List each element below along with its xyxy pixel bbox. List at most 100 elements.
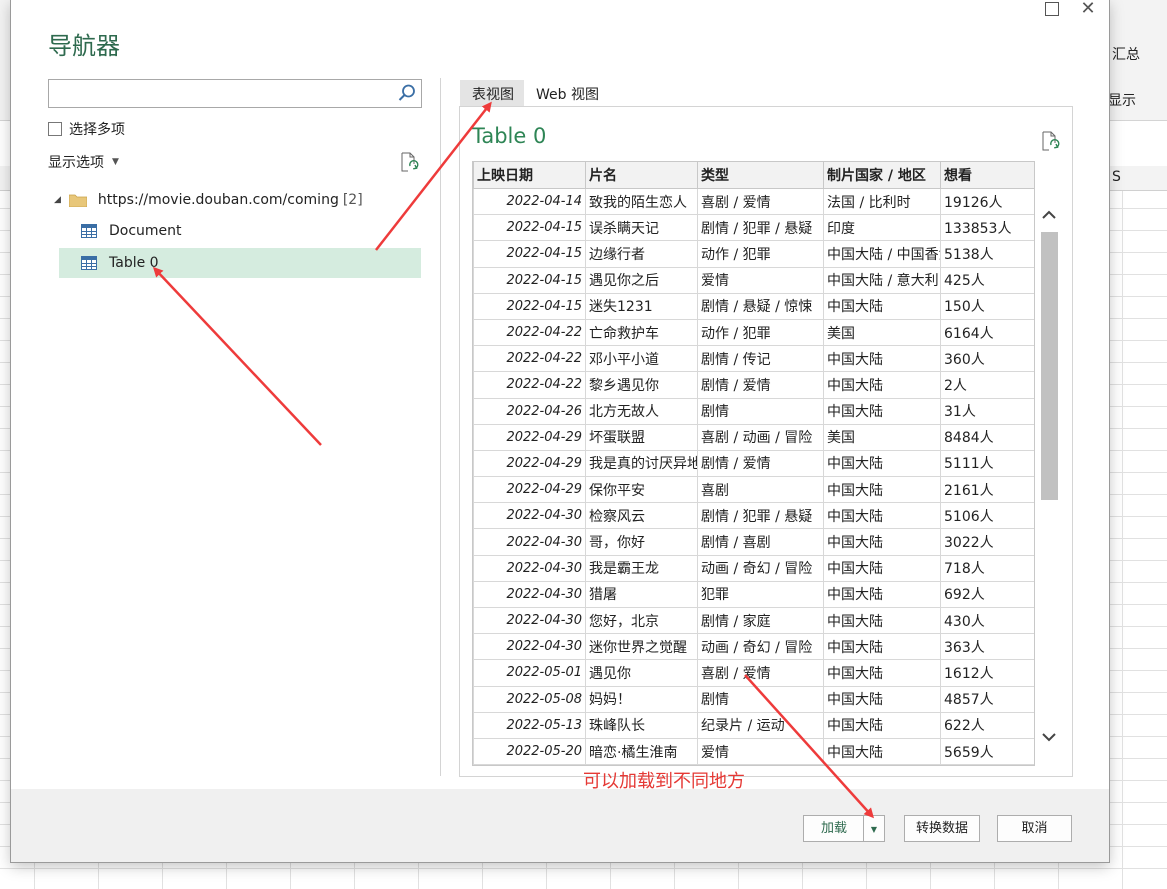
table-cell: 31人 [940, 397, 1034, 425]
tree-item-label: Table 0 [109, 255, 159, 271]
table-row: 2022-04-26 北方无故人 剧情 中国大陆 31人 [473, 397, 1034, 425]
table-cell: 纪录片 / 运动 [697, 711, 824, 739]
table-row: 2022-04-30 您好，北京 剧情 / 家庭 中国大陆 430人 [473, 606, 1034, 635]
table-cell: 2161人 [940, 476, 1034, 504]
preview-table: 上映日期 片名 类型 制片国家 / 地区 想看 2022-04-14 致我的陌生恋… [473, 161, 1034, 765]
load-button[interactable]: 加载 [803, 815, 865, 842]
table-cell: 剧情 / 家庭 [697, 606, 824, 635]
ribbon-show-label[interactable]: 显示 [1108, 90, 1136, 110]
search-input[interactable] [49, 80, 401, 105]
table-row: 2022-04-15 遇见你之后 爱情 中国大陆 / 意大利 425人 [473, 266, 1034, 294]
table-row: 2022-05-08 妈妈！ 剧情 中国大陆 4857人 [473, 685, 1034, 713]
table-cell: 3022人 [940, 528, 1034, 556]
tree-root-node[interactable]: ◢ https://movie.douban.com/coming [2] [54, 189, 363, 211]
table-cell: 2022-04-22 [473, 345, 586, 373]
table-row: 2022-04-15 迷失1231 剧情 / 悬疑 / 惊悚 中国大陆 150人 [473, 292, 1034, 320]
scroll-down-icon[interactable] [1042, 732, 1056, 742]
table-cell: 中国大陆 [823, 633, 941, 661]
table-body: 2022-04-14 致我的陌生恋人 喜剧 / 爱情 法国 / 比利时 19126人 20… [473, 187, 1034, 765]
preview-table-container: 上映日期 片名 类型 制片国家 / 地区 想看 2022-04-14 致我的陌生恋… [472, 161, 1035, 766]
table-cell: 中国大陆 [823, 685, 941, 713]
table-cell: 2022-04-22 [473, 318, 586, 347]
load-dropdown-button[interactable]: ▼ [863, 815, 885, 842]
table-cell: 喜剧 [697, 476, 824, 504]
table-cell: 印度 [823, 214, 941, 242]
table-cell: 2022-05-01 [473, 659, 586, 687]
column-header[interactable]: 片名 [585, 161, 698, 189]
table-row: 2022-05-20 暗恋·橘生淮南 爱情 中国大陆 5659人 [473, 737, 1034, 765]
table-cell: 4857人 [940, 685, 1034, 713]
table-cell: 中国大陆 [823, 476, 941, 504]
table-cell: 遇见你之后 [585, 266, 698, 294]
table-cell: 2022-05-20 [473, 737, 586, 765]
tab-web-view[interactable]: Web 视图 [524, 80, 609, 106]
display-options-dropdown[interactable]: 显示选项 ▼ [48, 152, 119, 172]
maximize-icon [1045, 2, 1059, 16]
table-cell: 暗恋·橘生淮南 [585, 737, 698, 765]
table-cell: 363人 [940, 633, 1034, 661]
table-cell: 2022-04-22 [473, 371, 586, 399]
table-cell: 剧情 / 爱情 [697, 449, 824, 478]
table-cell: 动作 / 犯罪 [697, 240, 824, 268]
table-cell: 剧情 / 犯罪 / 悬疑 [697, 214, 824, 242]
table-cell: 2022-04-15 [473, 240, 586, 268]
table-cell: 2022-04-30 [473, 580, 586, 609]
table-scrollbar[interactable] [1038, 188, 1060, 765]
table-row: 2022-04-29 保你平安 喜剧 中国大陆 2161人 [473, 476, 1034, 504]
tree-item-label: Document [109, 223, 182, 239]
table-cell: 动画 / 奇幻 / 冒险 [697, 633, 824, 661]
scrollbar-thumb[interactable] [1041, 232, 1058, 500]
table-cell: 剧情 [697, 685, 824, 713]
table-cell: 718人 [940, 554, 1034, 582]
navigator-dialog: 导航器 ✕ 选择多项 显示选项 ▼ ◢ https://movie.douban… [11, 0, 1109, 862]
table-cell: 425人 [940, 266, 1034, 294]
column-header[interactable]: 制片国家 / 地区 [823, 161, 941, 189]
tree-root-count: [2] [342, 192, 363, 208]
preview-refresh-icon[interactable] [1040, 130, 1060, 152]
table-cell: 中国大陆 [823, 292, 941, 320]
close-button[interactable]: ✕ [1077, 0, 1099, 20]
table-cell: 迷你世界之觉醒 [585, 633, 698, 661]
table-row: 2022-04-15 误杀瞒天记 剧情 / 犯罪 / 悬疑 印度 133853人 [473, 214, 1034, 242]
table-icon [81, 256, 97, 270]
table-header-row: 上映日期 片名 类型 制片国家 / 地区 想看 [473, 161, 1034, 189]
search-icon[interactable] [397, 83, 417, 103]
column-header[interactable]: 类型 [697, 161, 824, 189]
table-cell: 爱情 [697, 737, 824, 765]
table-cell: 边缘行者 [585, 240, 698, 268]
table-cell: 8484人 [940, 423, 1034, 451]
ribbon-summary-label[interactable]: 汇总 [1112, 44, 1140, 64]
chevron-down-icon: ▼ [112, 157, 119, 167]
table-row: 2022-04-29 坏蛋联盟 喜剧 / 动画 / 冒险 美国 8484人 [473, 423, 1034, 451]
transform-data-button[interactable]: 转换数据 [904, 815, 980, 842]
scroll-up-icon[interactable] [1042, 210, 1056, 220]
table-cell: 360人 [940, 345, 1034, 373]
table-cell: 2022-04-15 [473, 292, 586, 320]
column-s-label[interactable]: S [1112, 169, 1121, 185]
table-cell: 2022-04-30 [473, 554, 586, 582]
table-cell: 5106人 [940, 502, 1034, 530]
table-cell: 2022-05-13 [473, 711, 586, 739]
tree-item-table-0[interactable]: Table 0 [59, 248, 421, 278]
table-cell: 中国大陆 [823, 711, 941, 739]
table-cell: 中国大陆 [823, 554, 941, 582]
select-multiple-option[interactable]: 选择多项 [48, 119, 125, 139]
tab-table-view[interactable]: 表视图 [460, 80, 524, 106]
refresh-icon[interactable] [399, 151, 419, 173]
preview-title: Table 0 [472, 124, 547, 148]
cancel-button[interactable]: 取消 [997, 815, 1072, 842]
maximize-button[interactable] [1041, 0, 1063, 20]
panel-splitter[interactable] [440, 78, 441, 776]
tree-item-document[interactable]: Document [59, 216, 421, 246]
table-row: 2022-04-30 哥，你好 剧情 / 喜剧 中国大陆 3022人 [473, 528, 1034, 556]
table-row: 2022-04-22 亡命救护车 动作 / 犯罪 美国 6164人 [473, 318, 1034, 347]
table-cell: 150人 [940, 292, 1034, 320]
table-cell: 珠峰队长 [585, 711, 698, 739]
column-header[interactable]: 想看 [940, 161, 1034, 189]
expand-triangle-icon[interactable]: ◢ [54, 195, 61, 205]
table-cell: 北方无故人 [585, 397, 698, 425]
table-cell: 中国大陆 / 中国香港 [823, 240, 941, 268]
select-multiple-checkbox[interactable] [48, 122, 62, 136]
column-header[interactable]: 上映日期 [473, 161, 586, 189]
table-cell: 中国大陆 [823, 737, 941, 765]
